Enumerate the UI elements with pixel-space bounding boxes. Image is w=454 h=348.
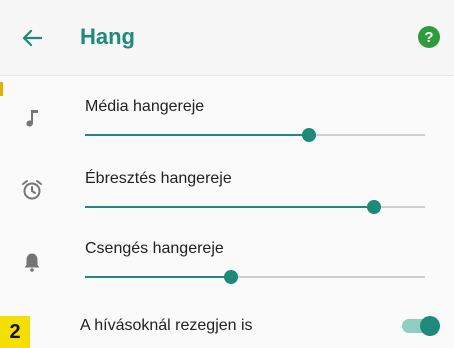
back-arrow-icon [22, 29, 42, 47]
media-volume-slider[interactable] [85, 128, 425, 142]
step-badge: 2 [0, 316, 30, 348]
slider-thumb[interactable] [224, 270, 239, 284]
ring-volume-slider[interactable] [85, 270, 425, 284]
app-bar: Hang ? [0, 0, 454, 76]
edge-marker [0, 82, 3, 96]
slider-label-media-volume: Média hangereje [85, 98, 205, 115]
slider-fill [85, 134, 310, 136]
slider-label-alarm-volume: Ébresztés hangereje [85, 170, 232, 187]
music-note-icon [20, 106, 44, 130]
vibrate-toggle-label: A hívásoknál rezegjen is [80, 317, 253, 334]
alarm-volume-slider[interactable] [85, 200, 425, 214]
slider-thumb[interactable] [302, 128, 317, 142]
alarm-clock-icon [20, 178, 44, 202]
slider-fill [85, 206, 374, 208]
back-button[interactable] [16, 22, 48, 54]
help-icon: ? [424, 28, 434, 46]
toggle-knob [420, 316, 440, 336]
vibrate-toggle[interactable] [402, 316, 442, 336]
help-button[interactable]: ? [418, 26, 440, 48]
slider-fill [85, 276, 232, 278]
slider-label-ring-volume: Csengés hangereje [85, 240, 224, 257]
slider-thumb[interactable] [367, 200, 381, 214]
bell-icon [20, 250, 44, 274]
page-title: Hang [80, 24, 135, 49]
